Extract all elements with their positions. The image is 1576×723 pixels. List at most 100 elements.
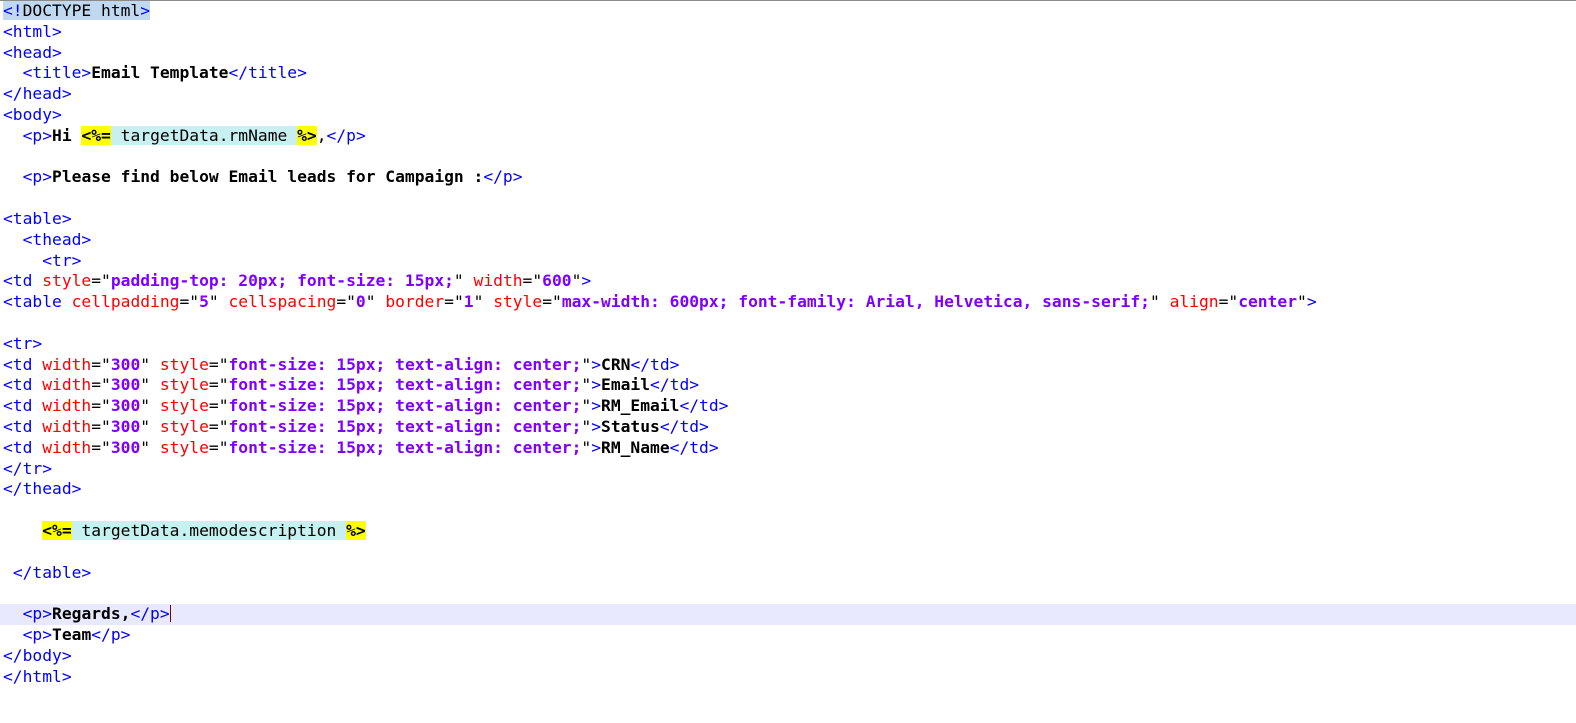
code-token: ="	[1218, 292, 1239, 312]
code-line[interactable]: <p>Hi <%= targetData.rmName %>,</p>	[3, 125, 1576, 147]
code-line[interactable]	[3, 313, 1576, 334]
code-token: "	[473, 292, 494, 312]
code-line[interactable]: </body>	[3, 646, 1576, 667]
code-line[interactable]: <td style="padding-top: 20px; font-size:…	[3, 271, 1576, 292]
code-line[interactable]: </table>	[3, 563, 1576, 584]
code-token: "	[365, 292, 386, 312]
code-line[interactable]: <p>Team</p>	[3, 625, 1576, 646]
code-token: 5	[199, 292, 209, 312]
code-token: </table>	[12, 562, 92, 582]
code-editor[interactable]: <!DOCTYPE html> <html> <head> <title>Email…	[0, 0, 1576, 723]
code-token: </td>	[630, 354, 680, 374]
code-token: ="	[91, 396, 111, 416]
code-token: ="	[208, 416, 229, 436]
code-token: ="	[91, 271, 111, 291]
code-line[interactable]: <td width="300" style="font-size: 15px; …	[3, 375, 1576, 396]
code-token: >	[581, 271, 592, 291]
code-line[interactable]: <!DOCTYPE html>	[3, 1, 1576, 22]
code-token: >	[140, 1, 151, 20]
code-token: width	[42, 396, 92, 416]
code-line[interactable]: <td width="300" style="font-size: 15px; …	[3, 396, 1576, 417]
code-token: </p>	[91, 624, 131, 644]
code-line[interactable]	[3, 583, 1576, 604]
code-token: width	[473, 271, 523, 291]
code-token: style	[159, 437, 209, 457]
code-token: <title>	[22, 63, 92, 83]
code-line[interactable]: <td width="300" style="font-size: 15px; …	[3, 355, 1576, 376]
code-text-area[interactable]: <!DOCTYPE html> <html> <head> <title>Email…	[0, 1, 1576, 723]
code-line[interactable]: </head>	[3, 84, 1576, 105]
code-line[interactable]	[3, 500, 1576, 521]
code-token: style	[493, 292, 543, 312]
code-line[interactable]: </tr>	[3, 459, 1576, 480]
code-token: <%=	[81, 125, 111, 145]
code-line[interactable]: </html>	[3, 667, 1576, 688]
code-line[interactable]: <td width="300" style="font-size: 15px; …	[3, 438, 1576, 459]
code-line[interactable]	[3, 188, 1576, 209]
code-token: >	[591, 375, 602, 395]
code-token: width	[42, 354, 92, 374]
code-token: %>	[297, 125, 317, 145]
code-line[interactable]: <%= targetData.memodescription %>	[3, 520, 1576, 542]
code-token: >	[591, 396, 602, 416]
code-token: <head>	[3, 42, 62, 62]
code-token: width	[42, 437, 92, 457]
code-token: ="	[91, 375, 111, 395]
code-token: "	[140, 354, 160, 374]
code-line[interactable]: <tr>	[3, 334, 1576, 355]
code-token: RM_Name	[601, 437, 670, 457]
code-token: Please find below Email leads for Campai…	[52, 167, 484, 187]
code-token: ="	[522, 271, 543, 291]
code-token: 300	[110, 354, 141, 374]
code-token: border	[385, 292, 445, 312]
code-line[interactable]: <tr>	[3, 251, 1576, 272]
code-token: Status	[601, 416, 660, 436]
code-token: <table	[3, 292, 72, 312]
code-token: targetData.memodescription	[71, 520, 347, 540]
code-token: >	[591, 354, 602, 374]
code-token: >	[591, 437, 602, 457]
code-token: "	[140, 437, 160, 457]
code-line[interactable]	[3, 542, 1576, 563]
code-token: <tr>	[42, 250, 82, 270]
code-line[interactable]: <head>	[3, 43, 1576, 64]
code-token: ="	[91, 354, 111, 374]
code-token: DOCTYPE html	[22, 1, 141, 20]
code-token: "	[571, 271, 582, 291]
code-line[interactable]: <table>	[3, 209, 1576, 230]
code-line[interactable]: <body>	[3, 105, 1576, 126]
code-token: 0	[355, 292, 366, 312]
code-token: RM_Email	[601, 396, 680, 416]
code-token: font-size: 15px; text-align: center;	[228, 437, 582, 457]
code-token: <p>	[22, 167, 53, 187]
code-line[interactable]: </thead>	[3, 479, 1576, 500]
code-token: ="	[208, 354, 229, 374]
code-token: <td	[3, 416, 43, 436]
code-token: </p>	[483, 167, 523, 187]
code-line[interactable]: <thead>	[3, 230, 1576, 251]
code-token: padding-top: 20px; font-size: 15px;	[110, 271, 454, 291]
code-token: Email Template	[91, 63, 229, 83]
code-line[interactable]: <table cellpadding="5" cellspacing="0" b…	[3, 292, 1576, 313]
code-line[interactable]: <title>Email Template</title>	[3, 63, 1576, 84]
code-token: <p>	[22, 624, 53, 644]
code-token: <p>	[22, 125, 53, 145]
code-line[interactable]: <p>Regards,</p>	[0, 604, 1576, 625]
code-token: <html>	[3, 21, 62, 41]
code-line[interactable]: <td width="300" style="font-size: 15px; …	[3, 417, 1576, 438]
code-token: 300	[110, 396, 141, 416]
code-line[interactable]	[3, 147, 1576, 168]
code-token: <td	[3, 396, 43, 416]
code-token: ="	[336, 292, 356, 312]
code-token: 300	[110, 416, 141, 436]
code-token: </body>	[3, 645, 72, 665]
code-token: ="	[91, 437, 111, 457]
code-token: "	[1149, 292, 1170, 312]
code-token: 300	[110, 375, 141, 395]
code-token: "	[140, 396, 160, 416]
code-line[interactable]: <p>Please find below Email leads for Cam…	[3, 167, 1576, 188]
code-line[interactable]: <html>	[3, 22, 1576, 43]
